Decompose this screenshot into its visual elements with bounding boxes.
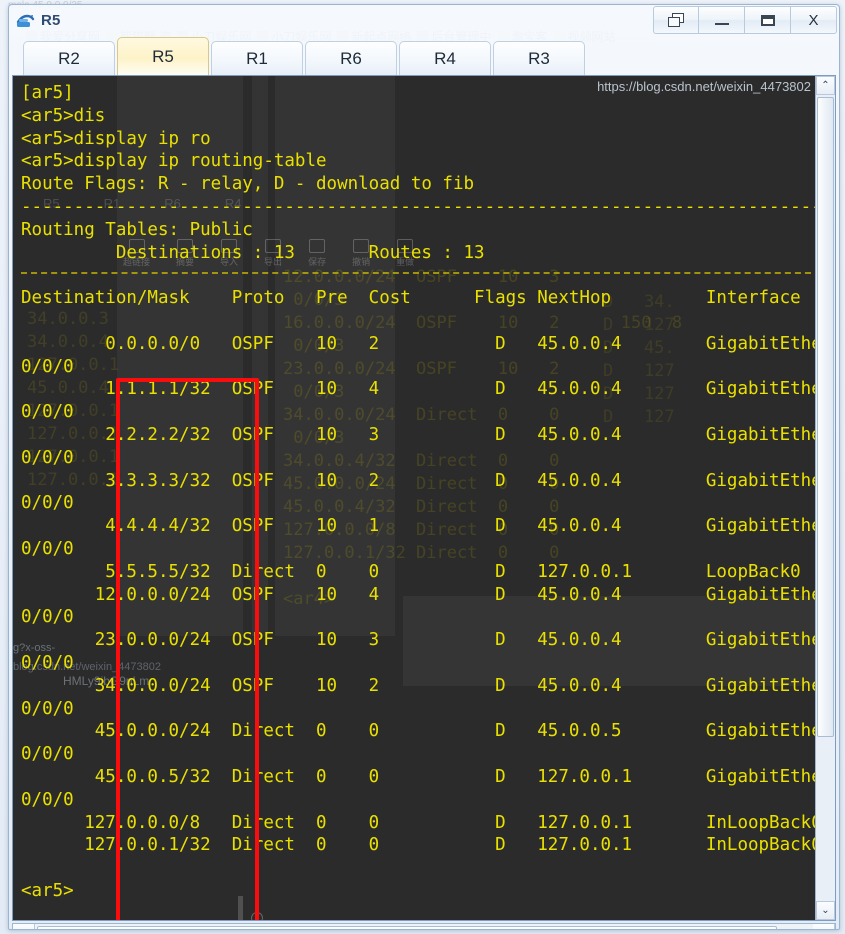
- device-tab-strip: R2 R5 R1 R6 R4 R3: [9, 35, 839, 75]
- router-console-window: R5 X R2 R5 R1 R6 R4 R3 12.0.0.0/24 OSPF …: [8, 4, 840, 930]
- tab-r3[interactable]: R3: [493, 41, 585, 75]
- tab-label: R1: [246, 48, 268, 68]
- terminal-vertical-scrollbar[interactable]: ⌃ ⌄: [815, 76, 835, 920]
- horizontal-scroll-track[interactable]: [35, 924, 813, 929]
- scroll-up-button[interactable]: ⌃: [816, 76, 835, 95]
- tab-r6[interactable]: R6: [305, 41, 397, 75]
- minimize-icon: [714, 23, 729, 25]
- tab-label: R6: [340, 48, 362, 68]
- console-output[interactable]: [ar5] <ar5>dis <ar5>display ip ro <ar5>d…: [13, 76, 815, 920]
- tab-r2[interactable]: R2: [23, 41, 115, 75]
- chevron-left-icon: ❮: [19, 928, 28, 930]
- minimize-window-button[interactable]: [699, 6, 745, 34]
- scroll-left-button[interactable]: ❮: [13, 924, 35, 930]
- tab-label: R4: [434, 48, 456, 68]
- chevron-up-icon: ⌃: [821, 80, 830, 91]
- window-title: R5: [41, 11, 61, 29]
- terminal-area: 12.0.0.0/24 OSPF 10 3 0/0/3 16.0.0.0/24 …: [12, 75, 836, 921]
- maximize-icon: [760, 14, 775, 26]
- close-icon: X: [808, 11, 819, 29]
- chevron-right-icon: ❯: [819, 928, 828, 930]
- window-titlebar[interactable]: R5 X: [9, 5, 839, 35]
- tab-r1[interactable]: R1: [211, 41, 303, 75]
- scroll-down-button[interactable]: ⌄: [816, 901, 835, 920]
- horizontal-scroll-thumb[interactable]: [37, 926, 777, 929]
- router-icon: [16, 14, 35, 27]
- terminal-horizontal-scrollbar[interactable]: ❮ ❯: [12, 923, 836, 930]
- restore-icon: [667, 12, 685, 28]
- vertical-scroll-track[interactable]: [816, 95, 835, 901]
- tab-label: R3: [528, 48, 550, 68]
- vertical-scroll-thumb[interactable]: [817, 97, 834, 737]
- window-controls: X: [653, 6, 837, 34]
- close-window-button[interactable]: X: [791, 6, 837, 34]
- terminal-console[interactable]: 12.0.0.0/24 OSPF 10 3 0/0/3 16.0.0.0/24 …: [13, 76, 815, 920]
- maximize-window-button[interactable]: [745, 6, 791, 34]
- tab-label: R5: [152, 46, 174, 66]
- restore-window-button[interactable]: [653, 6, 699, 34]
- chevron-down-icon: ⌄: [821, 905, 830, 916]
- screenshot-root: mola 45.0.0.0/25 我爱分享网 熊猫畔 资 小刀娱乐网 小刀娱乐网…: [0, 0, 845, 934]
- tab-r5[interactable]: R5: [117, 37, 209, 75]
- tab-r4[interactable]: R4: [399, 41, 491, 75]
- tab-label: R2: [58, 48, 80, 68]
- scroll-right-button[interactable]: ❯: [813, 924, 835, 930]
